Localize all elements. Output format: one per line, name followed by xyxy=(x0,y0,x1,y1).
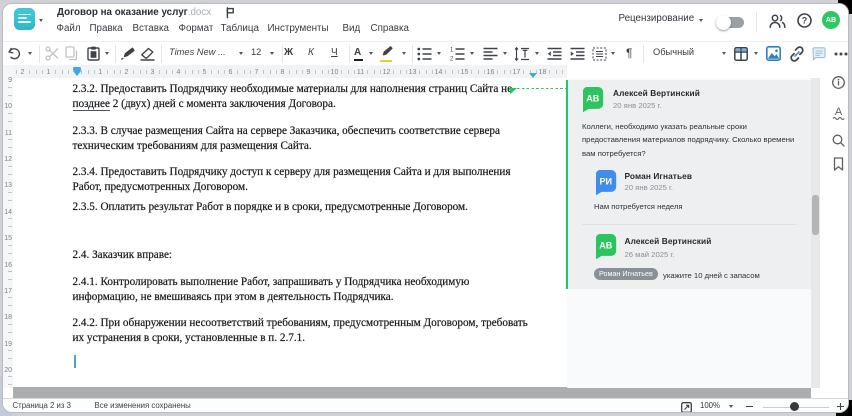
svg-text:АВ: АВ xyxy=(586,93,600,103)
svg-text:?: ? xyxy=(802,16,808,26)
svg-text:1: 1 xyxy=(450,48,454,54)
svg-text:2: 2 xyxy=(450,57,454,63)
svg-text:АВ: АВ xyxy=(599,240,613,250)
svg-text:РИ: РИ xyxy=(599,176,612,186)
svg-text:А: А xyxy=(834,106,842,118)
